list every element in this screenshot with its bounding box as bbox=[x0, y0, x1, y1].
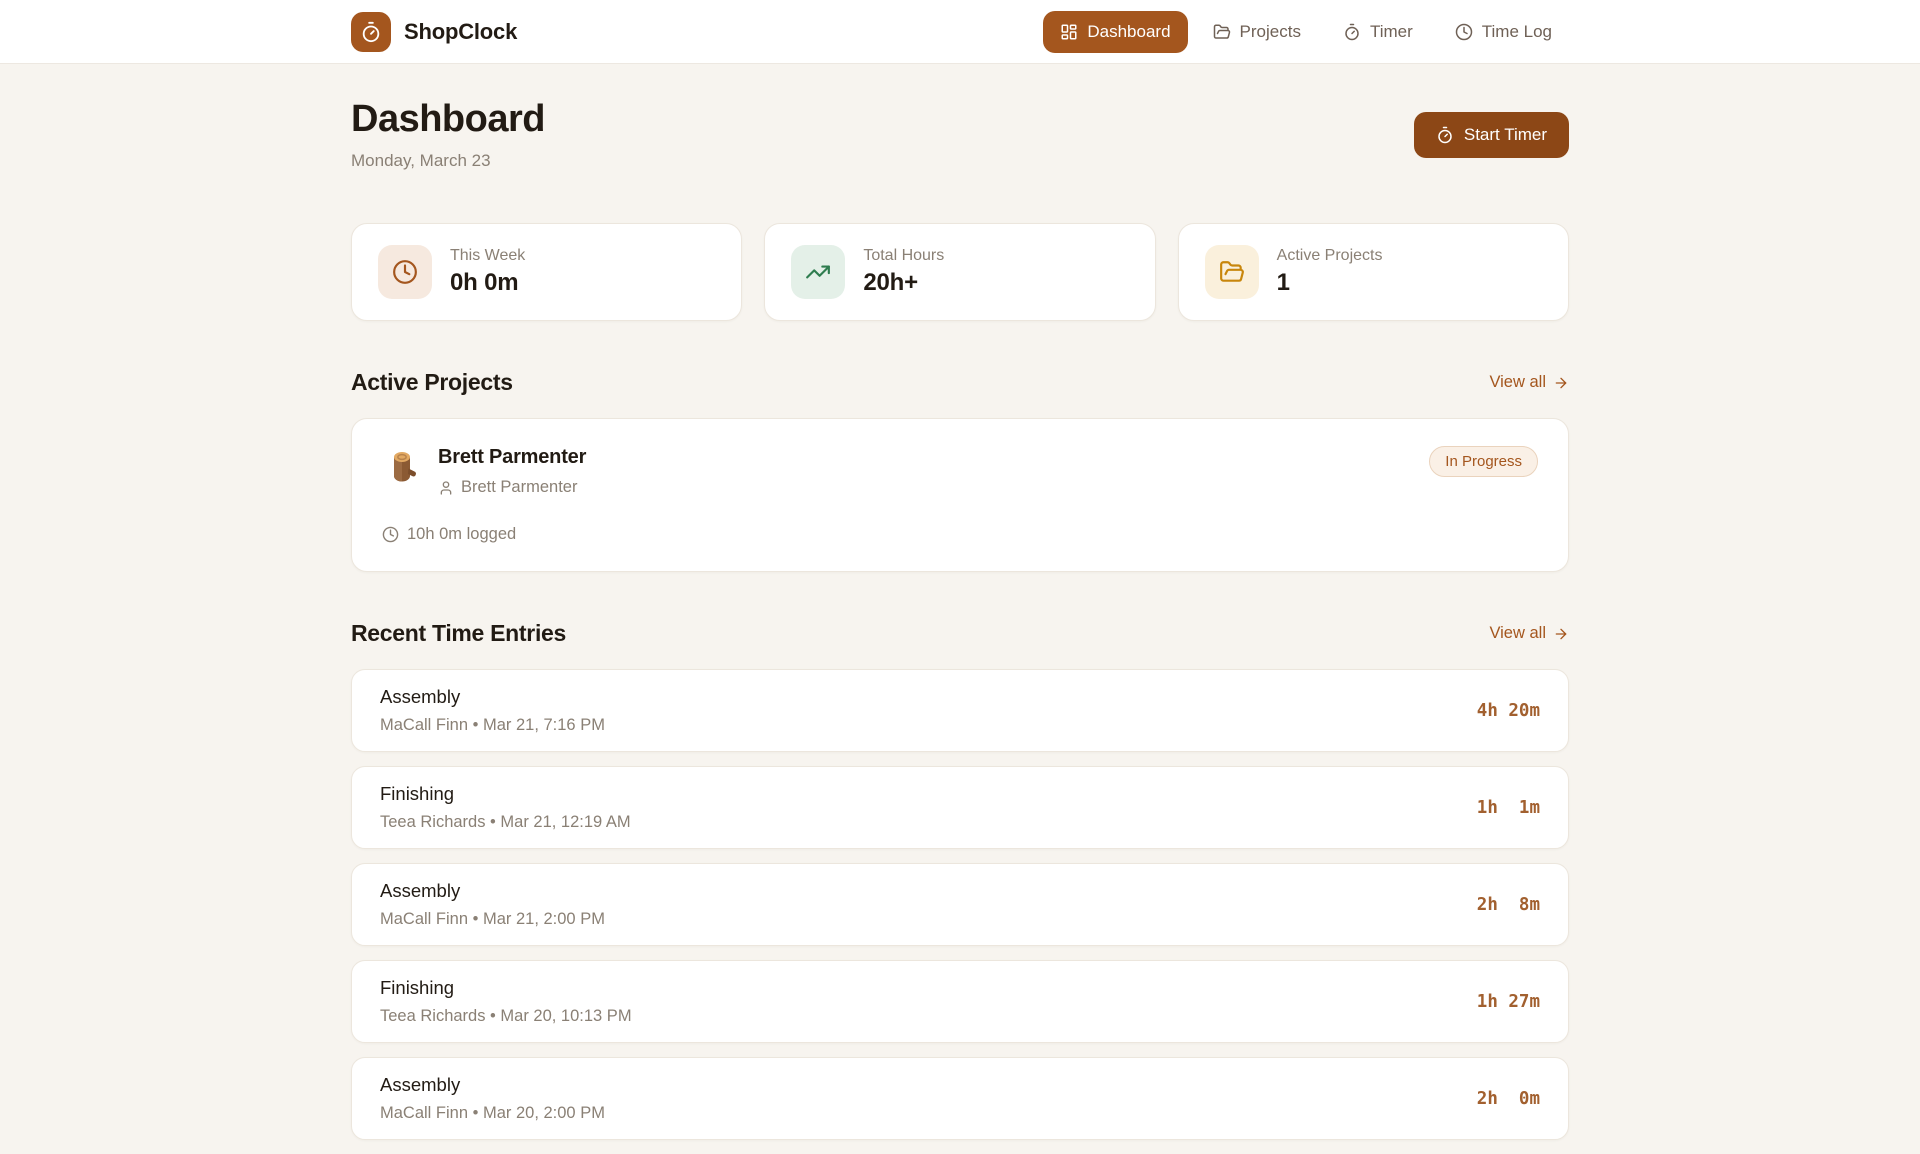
entry-text: Finishing Teea Richards • Mar 20, 10:13 … bbox=[380, 977, 632, 1026]
user-icon bbox=[438, 480, 454, 496]
entry-meta: MaCall Finn • Mar 20, 2:00 PM bbox=[380, 1104, 605, 1122]
active-projects-section: Active Projects View all Brett Parmenter… bbox=[351, 369, 1569, 572]
brand[interactable]: ShopClock bbox=[351, 11, 518, 52]
page-header-text: Dashboard Monday, March 23 bbox=[351, 98, 545, 171]
project-client-row: Brett Parmenter bbox=[438, 478, 586, 497]
nav-items: Dashboard Projects Timer Time Log bbox=[1043, 10, 1569, 53]
section-head: Recent Time Entries View all bbox=[351, 620, 1569, 647]
entry-task: Finishing bbox=[380, 977, 455, 998]
start-timer-button[interactable]: Start Timer bbox=[1413, 112, 1569, 158]
time-entry-row[interactable]: Assembly MaCall Finn • Mar 21, 7:16 PM 4… bbox=[351, 669, 1569, 752]
project-client-name: Brett Parmenter bbox=[461, 478, 578, 496]
status-badge: In Progress bbox=[1429, 446, 1538, 477]
entry-text: Assembly MaCall Finn • Mar 20, 2:00 PM bbox=[380, 1074, 605, 1123]
entry-duration: 1h 27m bbox=[1476, 991, 1540, 1012]
entry-text: Assembly MaCall Finn • Mar 21, 2:00 PM bbox=[380, 880, 605, 929]
view-all-entries-link[interactable]: View all bbox=[1489, 624, 1569, 643]
page-date: Monday, March 23 bbox=[351, 151, 491, 170]
project-logged-text: 10h 0m logged bbox=[407, 525, 517, 543]
start-timer-label: Start Timer bbox=[1463, 125, 1547, 144]
page-header: Dashboard Monday, March 23 Start Timer bbox=[351, 98, 1569, 171]
project-name: Brett Parmenter bbox=[438, 446, 587, 468]
entry-text: Finishing Teea Richards • Mar 21, 12:19 … bbox=[380, 783, 631, 832]
stat-text: This Week 0h 0m bbox=[450, 247, 525, 297]
project-top-row: Brett Parmenter Brett Parmenter In Progr… bbox=[382, 446, 1538, 497]
nav-label-projects: Projects bbox=[1239, 21, 1301, 41]
entry-task: Assembly bbox=[380, 880, 461, 901]
stat-value: 1 bbox=[1276, 269, 1290, 296]
main-content: Dashboard Monday, March 23 Start Timer T… bbox=[351, 98, 1569, 1140]
brand-name: ShopClock bbox=[404, 18, 518, 44]
time-entry-row[interactable]: Finishing Teea Richards • Mar 20, 10:13 … bbox=[351, 960, 1569, 1043]
folder-open-icon bbox=[1204, 245, 1259, 299]
nav-item-timer[interactable]: Timer bbox=[1326, 11, 1430, 53]
dashboard-grid-icon bbox=[1060, 23, 1078, 41]
section-head: Active Projects View all bbox=[351, 369, 1569, 396]
entry-task: Assembly bbox=[380, 1074, 461, 1095]
project-text: Brett Parmenter Brett Parmenter bbox=[438, 446, 586, 497]
stat-label: Total Hours bbox=[863, 247, 945, 264]
entry-meta: Teea Richards • Mar 20, 10:13 PM bbox=[380, 1007, 632, 1025]
stat-card-active-projects: Active Projects 1 bbox=[1177, 223, 1569, 321]
stat-card-this-week: This Week 0h 0m bbox=[351, 223, 743, 321]
shopclock-logo bbox=[351, 11, 391, 52]
stat-value: 20h+ bbox=[863, 269, 918, 296]
stopwatch-icon bbox=[360, 21, 382, 43]
time-entry-row[interactable]: Assembly MaCall Finn • Mar 20, 2:00 PM 2… bbox=[351, 1057, 1569, 1140]
entry-meta: MaCall Finn • Mar 21, 2:00 PM bbox=[380, 910, 605, 928]
clock-icon bbox=[378, 245, 432, 299]
stopwatch-icon bbox=[1436, 126, 1454, 144]
entry-list: Assembly MaCall Finn • Mar 21, 7:16 PM 4… bbox=[351, 669, 1569, 1140]
trending-up-icon bbox=[791, 245, 846, 299]
entry-task: Assembly bbox=[380, 686, 461, 707]
entry-meta: MaCall Finn • Mar 21, 7:16 PM bbox=[380, 716, 605, 734]
clock-icon bbox=[1455, 23, 1473, 41]
nav-label-dashboard: Dashboard bbox=[1087, 21, 1171, 41]
folder-open-icon bbox=[1213, 23, 1231, 41]
wood-log-emoji bbox=[382, 448, 422, 488]
top-nav: ShopClock Dashboard Projects Timer Time … bbox=[0, 0, 1920, 64]
view-all-label: View all bbox=[1489, 624, 1546, 642]
stat-text: Total Hours 20h+ bbox=[863, 247, 944, 297]
project-logged-row: 10h 0m logged bbox=[382, 525, 1538, 544]
time-entry-row[interactable]: Assembly MaCall Finn • Mar 21, 2:00 PM 2… bbox=[351, 863, 1569, 946]
stopwatch-icon bbox=[1343, 23, 1361, 41]
nav-item-dashboard[interactable]: Dashboard bbox=[1043, 10, 1188, 53]
entry-duration: 1h 1m bbox=[1476, 797, 1540, 818]
entry-meta: Teea Richards • Mar 21, 12:19 AM bbox=[380, 813, 631, 831]
page-title: Dashboard bbox=[351, 98, 545, 140]
entry-duration: 4h 20m bbox=[1476, 700, 1540, 721]
recent-entries-section: Recent Time Entries View all Assembly Ma… bbox=[351, 620, 1569, 1140]
project-identity: Brett Parmenter Brett Parmenter bbox=[382, 446, 586, 497]
entry-duration: 2h 8m bbox=[1476, 894, 1540, 915]
entry-text: Assembly MaCall Finn • Mar 21, 7:16 PM bbox=[380, 686, 605, 735]
nav-label-time-log: Time Log bbox=[1481, 21, 1552, 41]
view-all-projects-link[interactable]: View all bbox=[1489, 373, 1569, 392]
project-card[interactable]: Brett Parmenter Brett Parmenter In Progr… bbox=[351, 418, 1569, 572]
arrow-right-icon bbox=[1553, 375, 1569, 391]
view-all-label: View all bbox=[1489, 373, 1546, 391]
active-projects-heading: Active Projects bbox=[351, 369, 513, 395]
time-entry-row[interactable]: Finishing Teea Richards • Mar 21, 12:19 … bbox=[351, 766, 1569, 849]
recent-entries-heading: Recent Time Entries bbox=[351, 620, 567, 646]
entry-task: Finishing bbox=[380, 783, 455, 804]
stat-label: This Week bbox=[450, 247, 526, 264]
arrow-right-icon bbox=[1553, 626, 1569, 642]
stat-value: 0h 0m bbox=[450, 269, 519, 296]
stat-card-total-hours: Total Hours 20h+ bbox=[764, 223, 1156, 321]
stat-label: Active Projects bbox=[1276, 247, 1383, 264]
clock-icon bbox=[382, 526, 399, 543]
entry-duration: 2h 0m bbox=[1476, 1088, 1540, 1109]
nav-label-timer: Timer bbox=[1369, 21, 1413, 41]
nav-item-projects[interactable]: Projects bbox=[1196, 11, 1318, 53]
nav-item-time-log[interactable]: Time Log bbox=[1438, 11, 1569, 53]
stat-text: Active Projects 1 bbox=[1277, 247, 1383, 297]
stat-cards: This Week 0h 0m Total Hours 20h+ Active … bbox=[351, 223, 1569, 321]
